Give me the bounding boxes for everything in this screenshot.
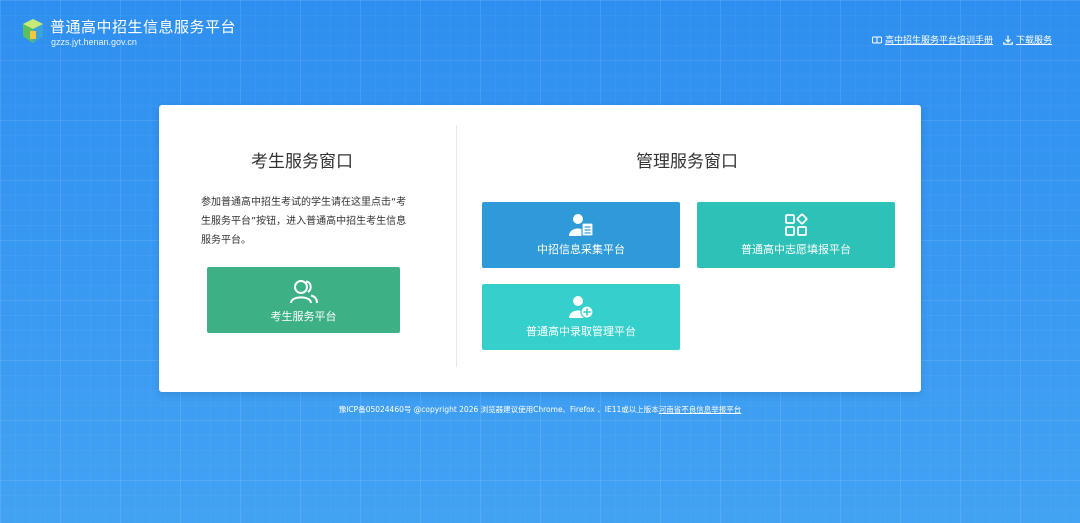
download-icon (1003, 35, 1013, 45)
student-section-title: 考生服务窗口 (251, 152, 353, 172)
student-description: 参加普通高中招生考试的学生请在这里点击“考生服务平台”按钮，进入普通高中招生考生… (201, 197, 407, 246)
volunteer-application-platform-button[interactable]: 普通高中志愿填报平台 (697, 202, 895, 268)
info-collection-platform-button[interactable]: 中招信息采集平台 (482, 202, 680, 268)
user-add-icon (569, 296, 593, 319)
student-platform-label: 考生服务平台 (270, 310, 337, 323)
header: 普通高中招生信息服务平台 gzzs.jyt.henan.gov.cn 高中招生服… (0, 0, 1080, 60)
main-card: 考生服务窗口 参加普通高中招生考试的学生请在这里点击“考生服务平台”按钮，进入普… (159, 105, 921, 392)
site-title: 普通高中招生信息服务平台 (50, 18, 237, 36)
training-manual-link[interactable]: 高中招生服务平台培训手册 (871, 33, 993, 46)
divider (456, 125, 457, 367)
student-platform-button[interactable]: 考生服务平台 (207, 267, 400, 333)
admission-management-platform-button[interactable]: 普通高中录取管理平台 (482, 284, 680, 350)
download-service-label: 下载服务 (1015, 36, 1052, 46)
info-collection-platform-label: 中招信息采集平台 (537, 243, 625, 256)
apps-grid-icon (785, 213, 808, 236)
report-platform-link[interactable]: 河南省不良信息举报平台 (659, 405, 742, 414)
users-icon (289, 280, 318, 304)
volunteer-application-platform-label: 普通高中志愿填报平台 (741, 243, 851, 256)
admin-section-title: 管理服务窗口 (636, 152, 738, 172)
admission-management-platform-label: 普通高中录取管理平台 (526, 325, 636, 338)
logo-icon (23, 19, 43, 43)
training-manual-label: 高中招生服务平台培训手册 (884, 36, 993, 46)
footer: 豫ICP备05024460号 @copyright 2026 浏览器建议使用Ch… (0, 404, 1080, 415)
user-form-icon (569, 214, 593, 237)
site-domain: gzzs.jyt.henan.gov.cn (51, 37, 137, 47)
book-icon (871, 36, 882, 43)
footer-text: 豫ICP备05024460号 @copyright 2026 浏览器建议使用Ch… (338, 405, 659, 414)
download-service-link[interactable]: 下载服务 (1003, 33, 1052, 46)
top-links: 高中招生服务平台培训手册 下载服务 (871, 33, 1052, 46)
